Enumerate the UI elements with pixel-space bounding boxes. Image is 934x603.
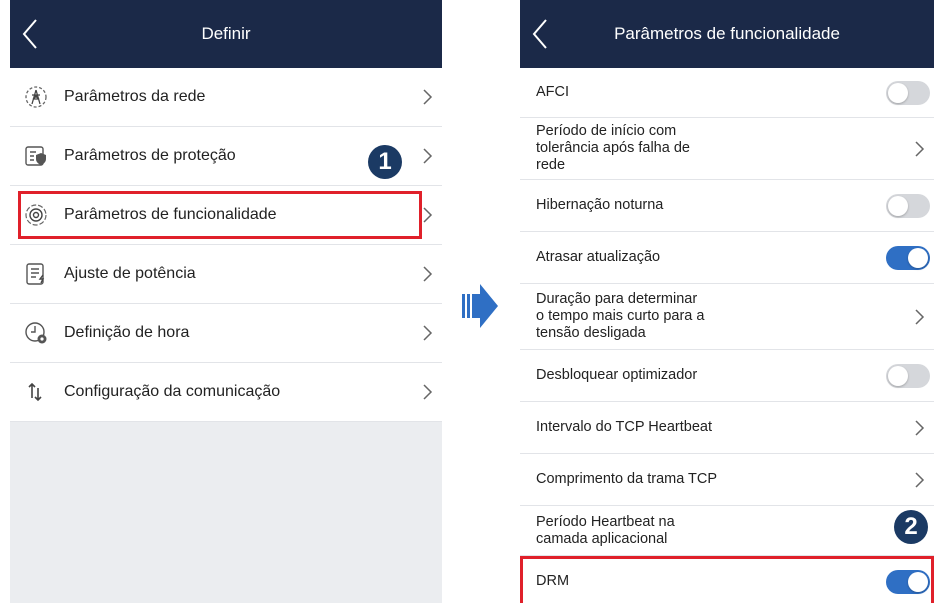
chevron-right-icon [915, 140, 925, 157]
list-item-label: Definição de hora [64, 324, 190, 341]
delay-update-toggle[interactable] [886, 245, 930, 270]
step-badge-1: 1 [368, 145, 402, 179]
list-item-unlock-optimizer: Desbloquear optimizador [520, 350, 934, 402]
list-item-communication-config[interactable]: Configuração da comunicação [10, 363, 442, 422]
unlock-optimizer-toggle[interactable] [886, 363, 930, 388]
chevron-right-icon [423, 266, 433, 282]
list-item-afci: AFCI [520, 68, 934, 118]
list-item-tcp-frame-length[interactable]: Comprimento da trama TCP [520, 454, 934, 506]
chevron-right-icon [423, 89, 433, 105]
back-arrow-icon[interactable] [16, 14, 44, 54]
power-adjust-icon [26, 263, 45, 285]
list-item-label: Ajuste de potência [64, 265, 196, 282]
list-item-label: DRM [536, 573, 570, 589]
list-item-tcp-heartbeat-interval[interactable]: Intervalo do TCP Heartbeat [520, 402, 934, 454]
phone-screen-function-params: Parâmetros de funcionalidade AFCI Períod… [520, 0, 934, 603]
list-item-app-layer-heartbeat[interactable]: Período Heartbeat na camada aplicacional [520, 506, 934, 556]
chevron-right-icon [915, 419, 925, 436]
navbar: Definir [10, 0, 442, 68]
list-item-label: Parâmetros da rede [64, 88, 206, 105]
page-title: Definir [201, 24, 251, 43]
list-item-label: Duração para determinar o tempo mais cur… [536, 291, 705, 341]
list-item-grid-params[interactable]: Parâmetros da rede [10, 68, 442, 127]
protection-shield-icon [25, 146, 46, 166]
chevron-right-icon [423, 148, 433, 164]
afci-toggle[interactable] [886, 80, 930, 105]
list-item-night-hibernation: Hibernação noturna [520, 180, 934, 232]
communication-arrows-icon [28, 382, 42, 402]
list-item-label: Desbloquear optimizador [536, 367, 698, 383]
phone-screen-definir: Definir Parâmetros da rede Parâmetros de… [10, 0, 442, 603]
chevron-right-icon [423, 325, 433, 341]
list-item-start-tolerance[interactable]: Período de início com tolerância após fa… [520, 118, 934, 180]
chevron-right-icon [423, 207, 433, 223]
clock-gear-icon [25, 322, 47, 344]
chevron-right-icon [423, 384, 433, 400]
step-badge-2: 2 [894, 510, 928, 544]
drm-toggle[interactable] [886, 569, 930, 594]
list-item-label: AFCI [536, 84, 570, 100]
list-item-function-params[interactable]: Parâmetros de funcionalidade [10, 186, 442, 245]
list-item-label: Atrasar atualização [536, 249, 661, 265]
list-item-label: Configuração da comunicação [64, 383, 281, 400]
chevron-right-icon [915, 308, 925, 325]
list-item-drm: DRM [520, 556, 934, 603]
arrow-right-icon [462, 284, 498, 328]
list-item-label: Período de início com tolerância após fa… [536, 123, 690, 173]
function-settings-icon [25, 204, 47, 226]
list-item-label: Período Heartbeat na camada aplicacional [536, 513, 675, 547]
list-item-label: Parâmetros de funcionalidade [64, 206, 277, 223]
list-item-delay-update: Atrasar atualização [520, 232, 934, 284]
list-item-shortest-duration[interactable]: Duração para determinar o tempo mais cur… [520, 284, 934, 350]
list-item-label: Intervalo do TCP Heartbeat [536, 419, 712, 435]
function-params-list: AFCI Período de início com tolerância ap… [520, 68, 934, 603]
night-hibernation-toggle[interactable] [886, 193, 930, 218]
list-item-label: Comprimento da trama TCP [536, 471, 718, 487]
navbar: Parâmetros de funcionalidade [520, 0, 934, 68]
settings-list: Parâmetros da rede Parâmetros de proteçã… [10, 68, 442, 422]
chevron-right-icon [915, 471, 925, 488]
grid-tower-icon [25, 86, 47, 108]
back-arrow-icon[interactable] [526, 14, 554, 54]
list-item-label: Hibernação noturna [536, 197, 664, 213]
list-item-label: Parâmetros de proteção [64, 147, 236, 164]
list-item-power-adjust[interactable]: Ajuste de potência [10, 245, 442, 304]
page-title: Parâmetros de funcionalidade [614, 24, 840, 43]
list-item-time-setting[interactable]: Definição de hora [10, 304, 442, 363]
